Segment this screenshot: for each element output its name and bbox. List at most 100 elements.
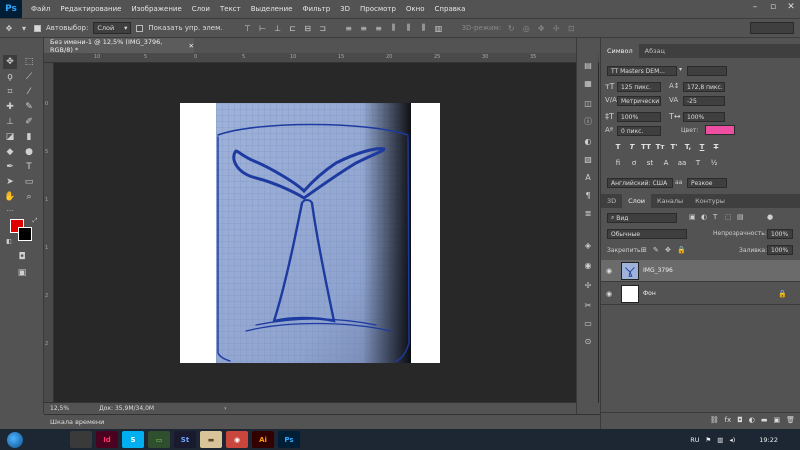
lock-icon[interactable]: 🔒 <box>778 290 787 298</box>
quick-mask-icon[interactable]: ◘ <box>15 250 29 264</box>
menu-window[interactable]: Окно <box>401 5 430 13</box>
tab-paragraph[interactable]: Абзац <box>639 44 671 58</box>
workspace-select[interactable] <box>750 22 794 34</box>
lock-position-icon[interactable]: ✥ <box>665 246 671 254</box>
stamp-tool-icon[interactable]: ⊥ <box>3 115 17 129</box>
volume-icon[interactable]: ◂) <box>729 436 735 444</box>
adjustments-icon[interactable]: ◐ <box>581 134 595 148</box>
close-icon[interactable]: ✕ <box>189 42 194 50</box>
language-indicator[interactable]: RU <box>690 436 699 444</box>
autoselect-select[interactable]: Слой ▾ <box>93 22 132 34</box>
filter-toggle-icon[interactable]: ● <box>767 213 773 221</box>
flag-icon[interactable]: ⚑ <box>705 436 711 444</box>
underline-button[interactable]: T <box>697 142 707 152</box>
tab-3d[interactable]: 3D <box>601 194 622 208</box>
gradient-tool-icon[interactable]: ▮ <box>22 130 36 144</box>
tracking-field[interactable]: -25 <box>683 96 725 106</box>
history-brush-tool-icon[interactable]: ✐ <box>22 115 36 129</box>
maximize-button[interactable]: ▫ <box>764 0 782 14</box>
taskbar-app-button[interactable]: ◉ <box>226 431 248 448</box>
menu-layers[interactable]: Слои <box>187 5 215 13</box>
path-select-tool-icon[interactable]: ➤ <box>3 175 17 189</box>
layer-name[interactable]: IMG_3796 <box>643 267 673 274</box>
distribute-icon[interactable]: ⫼ <box>404 23 414 33</box>
shape-tool-icon[interactable]: ▭ <box>22 175 36 189</box>
align-left-icon[interactable]: ⊏ <box>288 23 298 33</box>
lock-transparent-icon[interactable]: ⊞ <box>641 246 647 254</box>
lock-all-icon[interactable]: 🔒 <box>677 246 686 254</box>
filter-pixel-icon[interactable]: ▣ <box>689 213 696 221</box>
document-tab[interactable]: Без имени-1 @ 12,5% (IMG_3796, RGB/8) * … <box>44 38 194 54</box>
swap-colors-icon[interactable]: ⤢ <box>28 214 42 228</box>
layer-row-img3796[interactable]: ◉ IMG_3796 <box>601 260 800 282</box>
paragraph-icon[interactable]: ¶ <box>581 188 595 202</box>
taskbar-app-button[interactable]: Ps <box>278 431 300 448</box>
slide-3d-icon[interactable]: ✢ <box>551 23 561 33</box>
titling-icon[interactable]: aa <box>677 158 687 168</box>
menu-type[interactable]: Текст <box>215 5 246 13</box>
strikethrough-button[interactable]: T <box>711 142 721 152</box>
all-caps-button[interactable]: TT <box>641 142 651 152</box>
more-tools-icon[interactable]: ··· <box>3 204 17 218</box>
channels-icon[interactable]: ◉ <box>581 258 595 272</box>
menu-help[interactable]: Справка <box>430 5 471 13</box>
history-icon[interactable]: ▤ <box>581 58 595 72</box>
layers-icon[interactable]: ◈ <box>581 238 595 252</box>
start-button[interactable] <box>0 429 30 450</box>
swash-icon[interactable]: st <box>645 158 655 168</box>
minimize-button[interactable]: – <box>746 0 764 14</box>
menu-3d[interactable]: 3D <box>335 5 355 13</box>
pan-3d-icon[interactable]: ✥ <box>536 23 546 33</box>
new-layer-icon[interactable]: ▣ <box>773 416 780 424</box>
clock[interactable]: 19:22 <box>759 436 778 444</box>
menu-select[interactable]: Выделение <box>246 5 298 13</box>
ligatures-icon[interactable]: fi <box>613 158 623 168</box>
brush-presets-icon[interactable]: ≣ <box>581 206 595 220</box>
kerning-field[interactable]: Метрически <box>617 96 661 106</box>
clone-source-icon[interactable]: ⊙ <box>581 334 595 348</box>
font-style-select[interactable] <box>687 66 727 76</box>
layer-name[interactable]: Фон <box>643 290 656 297</box>
tab-layers[interactable]: Слои <box>622 194 652 208</box>
taskbar-app-button[interactable]: ▬ <box>200 431 222 448</box>
show-controls-checkbox[interactable] <box>136 24 144 32</box>
actions-icon[interactable]: ▭ <box>581 316 595 330</box>
menu-filter[interactable]: Фильтр <box>297 5 335 13</box>
screen-mode-icon[interactable]: ▣ <box>15 266 29 280</box>
timeline-panel[interactable]: Шкала времени <box>44 414 600 429</box>
healing-tool-icon[interactable]: ✚ <box>3 100 17 114</box>
paths-icon[interactable]: ✢ <box>581 278 595 292</box>
type-tool-icon[interactable]: T <box>22 160 36 174</box>
default-colors-icon[interactable]: ◧ <box>2 234 16 248</box>
blur-tool-icon[interactable]: ◆ <box>3 145 17 159</box>
lock-pixels-icon[interactable]: ✎ <box>653 246 659 254</box>
layer-row-background[interactable]: ◉ Фон 🔒 <box>601 283 800 305</box>
subscript-button[interactable]: T, <box>683 142 693 152</box>
chevron-down-icon[interactable]: ▾ <box>679 66 682 73</box>
auto-align-icon[interactable]: ▥ <box>434 23 444 33</box>
eyedropper-tool-icon[interactable]: ⁄ <box>22 85 36 99</box>
move-tool-icon[interactable]: ✥ <box>3 55 17 69</box>
filter-smart-icon[interactable]: ▤ <box>737 213 744 221</box>
align-top-icon[interactable]: ⊤ <box>243 23 253 33</box>
crop-tool-icon[interactable]: ⌗ <box>3 85 17 99</box>
link-layers-icon[interactable]: ⛓ <box>710 416 719 424</box>
photo-layer-image[interactable] <box>216 103 411 363</box>
hand-tool-icon[interactable]: ✋ <box>3 190 17 204</box>
oldstyle-icon[interactable]: ơ <box>629 158 639 168</box>
stylistic-icon[interactable]: A <box>661 158 671 168</box>
eraser-tool-icon[interactable]: ◪ <box>3 130 17 144</box>
roll-3d-icon[interactable]: ◎ <box>521 23 531 33</box>
dodge-tool-icon[interactable]: ● <box>22 145 36 159</box>
character-icon[interactable]: A <box>581 170 595 184</box>
taskbar-app-button[interactable]: St <box>174 431 196 448</box>
eye-icon[interactable]: ◉ <box>601 290 617 298</box>
align-center-icon[interactable]: ⊟ <box>303 23 313 33</box>
menu-edit[interactable]: Редактирование <box>55 5 126 13</box>
align-middle-icon[interactable]: ⊢ <box>258 23 268 33</box>
baseline-shift-field[interactable]: 0 пикс. <box>617 126 661 136</box>
marquee-tool-icon[interactable]: ⬚ <box>22 55 36 69</box>
distribute-icon[interactable]: ≡ <box>374 23 384 33</box>
blend-mode-select[interactable]: Обычные <box>607 229 687 239</box>
distribute-icon[interactable]: ⫼ <box>389 23 399 33</box>
